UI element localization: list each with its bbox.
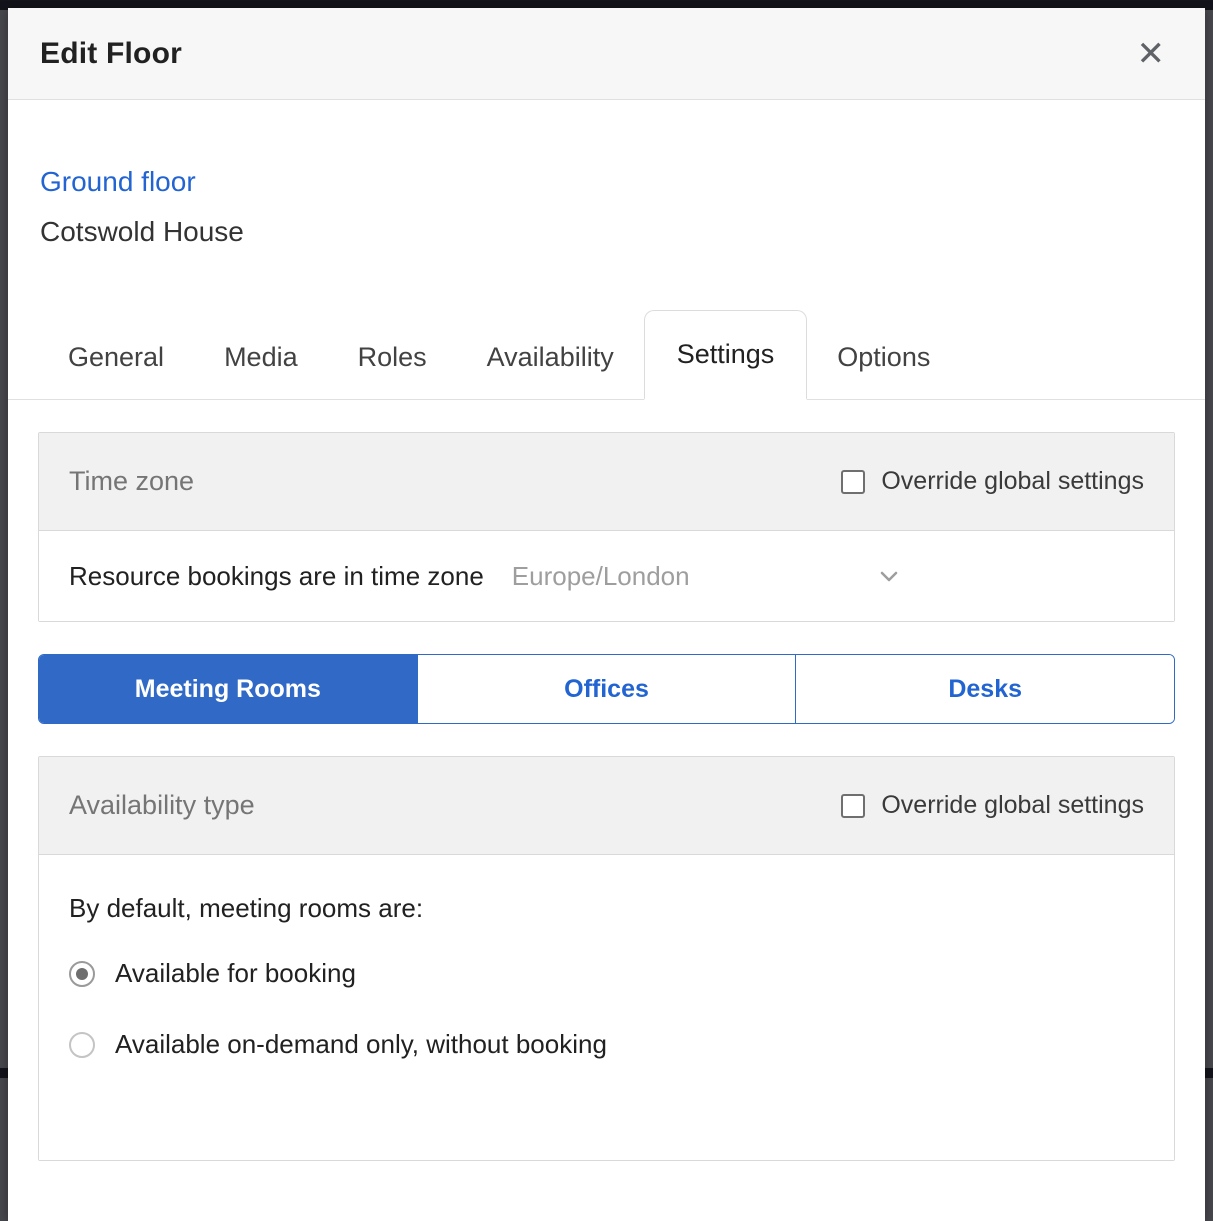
availability-type-section: Availability type Override global settin… [38,756,1175,1161]
segment-desks[interactable]: Desks [796,655,1174,723]
availability-section-title: Availability type [69,790,255,820]
settings-tab-content: Time zone Override global settings Resou… [8,400,1205,1221]
availability-override-label: Override global settings [881,791,1144,819]
tab-availability[interactable]: Availability [457,342,644,399]
resource-type-switcher: Meeting Rooms Offices Desks [38,654,1175,724]
availability-override-control[interactable]: Override global settings [841,791,1144,820]
timezone-section-title: Time zone [69,466,195,496]
timezone-override-label: Override global settings [881,467,1144,495]
timezone-section-header: Time zone Override global settings [39,433,1174,531]
radio-icon-selected[interactable] [69,960,95,987]
availability-section-header: Availability type Override global settin… [39,757,1174,855]
radio-icon-unselected[interactable] [69,1031,95,1058]
timezone-selected-value: Europe/London [511,560,690,591]
timezone-section: Time zone Override global settings Resou… [38,432,1175,622]
tab-media[interactable]: Media [194,342,328,399]
tab-bar: General Media Roles Availability Setting… [8,310,1205,400]
radio-label: Available on-demand only, without bookin… [115,1029,607,1059]
segment-offices[interactable]: Offices [417,655,797,723]
floor-header: Ground floor Cotswold House [8,100,1205,248]
radio-option-available-for-booking[interactable]: Available for booking [69,958,1144,989]
building-name: Cotswold House [40,216,244,247]
modal-titlebar: Edit Floor ✕ [8,8,1205,100]
availability-override-checkbox[interactable] [841,793,866,818]
edit-floor-modal: Edit Floor ✕ Ground floor Cotswold House… [8,8,1205,1221]
radio-label: Available for booking [115,958,356,988]
availability-intro: By default, meeting rooms are: [69,893,424,923]
tab-settings[interactable]: Settings [643,310,808,400]
timezone-override-control[interactable]: Override global settings [841,467,1144,496]
chevron-down-icon [876,563,902,589]
radio-option-on-demand-only[interactable]: Available on-demand only, without bookin… [69,1029,1144,1060]
tab-roles[interactable]: Roles [328,342,457,399]
tab-options[interactable]: Options [807,342,960,399]
timezone-select[interactable]: Europe/London [512,561,902,592]
timezone-row: Resource bookings are in time zone Europ… [39,531,1174,621]
floor-name-link[interactable]: Ground floor [40,166,1173,198]
segment-meeting-rooms[interactable]: Meeting Rooms [39,655,418,723]
close-icon[interactable]: ✕ [1133,33,1170,75]
modal-title: Edit Floor [40,36,182,70]
availability-body: By default, meeting rooms are: Available… [39,855,1174,1160]
tab-general[interactable]: General [38,342,194,399]
timezone-row-label: Resource bookings are in time zone [69,560,484,591]
timezone-override-checkbox[interactable] [841,469,866,494]
